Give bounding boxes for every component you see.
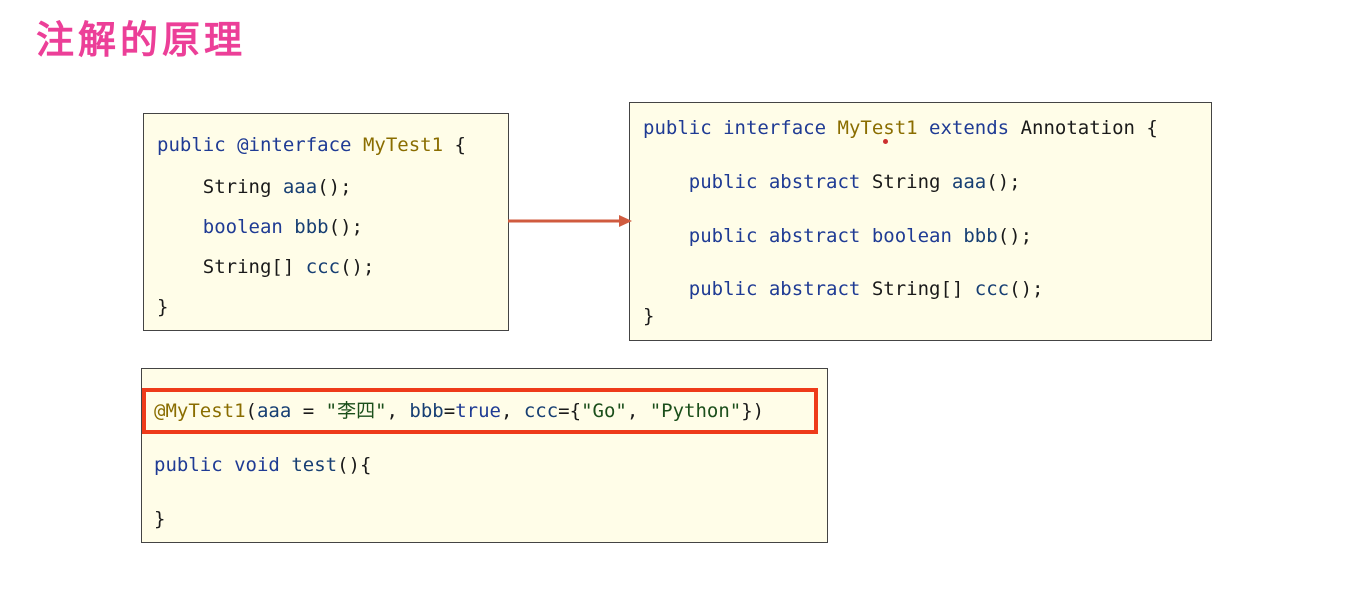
right-panel-line: } [643,305,655,327]
page-title: 注解的原理 [36,18,247,62]
right-panel-line: public abstract String aaa(); [688,171,1021,193]
left-panel-line: boolean bbb(); [202,216,363,238]
right-panel-line: public abstract String[] ccc(); [688,278,1044,300]
right-panel-line: public abstract boolean bbb(); [688,225,1033,247]
bottom-panel-line: @MyTest1(aaa = "李四", bbb=true, ccc={"Go"… [154,400,765,422]
left-panel-line: public @interface MyTest1 { [157,134,466,156]
right-panel-line: public interface MyTest1 extends Annotat… [643,117,1158,139]
bottom-panel-line: public void test(){ [154,454,372,476]
right-arrow-icon [508,215,632,227]
left-panel-line: } [157,296,169,318]
bottom-panel-line: } [154,508,166,530]
left-panel-line: String aaa(); [202,176,352,198]
left-panel-line: String[] ccc(); [202,256,375,278]
